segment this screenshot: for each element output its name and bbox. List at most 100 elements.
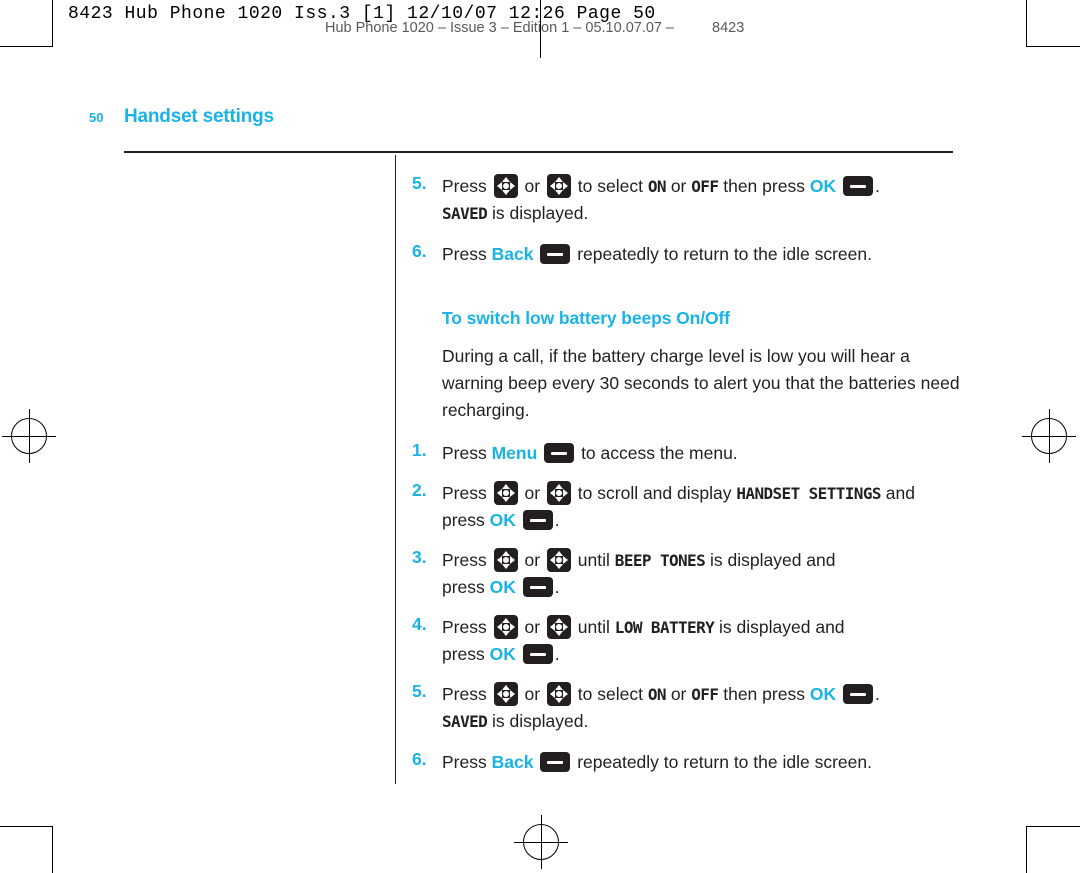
to-select-label: to select [577, 684, 643, 704]
full-stop: . [874, 684, 880, 704]
crop-frame-bottom-right [1026, 826, 1027, 873]
registration-mark-bottom [514, 815, 568, 869]
navigation-key-icon[interactable] [546, 481, 571, 505]
then-press-label: then press [723, 684, 805, 704]
display-value-low-battery: LOW BATTERY [614, 618, 715, 637]
access-menu-label: to access the menu. [581, 443, 738, 463]
display-value-saved: SAVED [442, 204, 488, 223]
step-text: Press or to scroll and display HANDSET S… [442, 480, 972, 534]
display-value-saved: SAVED [442, 712, 488, 731]
step-text: Press or to select ON or OFF then press … [442, 681, 972, 735]
step-number: 2. [412, 480, 427, 500]
displayed-and-label: is displayed and [710, 550, 836, 570]
section-intro: During a call, if the battery charge lev… [442, 346, 960, 420]
header-rule [124, 151, 953, 153]
step-number: 5. [412, 173, 427, 193]
list-item: 3. Press or until BEEP TONES is displaye… [412, 547, 972, 601]
soft-key-icon[interactable] [522, 644, 553, 664]
ok-label: OK [489, 644, 516, 664]
soft-key-icon[interactable] [544, 443, 575, 463]
then-press-label: then press [723, 176, 805, 196]
display-value-handset-settings: HANDSET SETTINGS [736, 484, 881, 503]
navigation-key-icon[interactable] [493, 481, 518, 505]
soft-key-icon[interactable] [540, 752, 571, 772]
until-label: until [577, 617, 610, 637]
document-page: 8423 Hub Phone 1020 Iss.3 [1] 12/10/07 1… [0, 0, 1080, 873]
press-label: Press [442, 684, 487, 704]
return-idle-label: repeatedly to return to the idle screen. [577, 752, 872, 772]
return-idle-label: repeatedly to return to the idle screen. [577, 244, 872, 264]
display-value-on: ON [647, 685, 667, 704]
step-number: 5. [412, 681, 427, 701]
displayed-and-label: is displayed and [719, 617, 845, 637]
press-lower-label: press [442, 510, 485, 530]
list-item: 5. Press or to select ON or OFF then pre… [412, 681, 972, 735]
registration-mark-left [2, 409, 56, 463]
press-label: Press [442, 550, 487, 570]
ok-label: OK [809, 684, 837, 704]
step-number: 1. [412, 440, 427, 460]
scroll-display-label: to scroll and display [577, 483, 732, 503]
or-label: or [670, 176, 687, 196]
crop-frame-bottom-right-h [1026, 826, 1080, 827]
list-item: 2. Press or to scroll and display HANDSE… [412, 480, 972, 534]
full-stop: . [874, 176, 880, 196]
or-label: or [524, 176, 541, 196]
step-text: Press or until BEEP TONES is displayed a… [442, 547, 972, 601]
crop-frame-top-right-h [1026, 46, 1080, 47]
step-number: 6. [412, 749, 427, 769]
ok-label: OK [489, 510, 516, 530]
page-title: Handset settings [124, 106, 274, 127]
or-label: or [670, 684, 687, 704]
step-text: Press or until LOW BATTERY is displayed … [442, 614, 972, 668]
list-item: 5. Press or to select ON or OFF then pre… [412, 173, 972, 227]
running-head: Hub Phone 1020 – Issue 3 – Edition 1 – 0… [325, 20, 675, 36]
or-label: or [524, 550, 541, 570]
soft-key-icon[interactable] [522, 510, 553, 530]
soft-key-icon[interactable] [522, 577, 553, 597]
soft-key-icon[interactable] [842, 176, 873, 196]
press-label: Press [442, 176, 487, 196]
running-head-code: 8423 [712, 20, 745, 36]
step-number: 4. [412, 614, 427, 634]
crop-frame-top-left-h [0, 46, 53, 47]
ok-label: OK [489, 577, 516, 597]
press-lower-label: press [442, 577, 485, 597]
is-displayed-label: is displayed. [492, 203, 589, 223]
press-label: Press [442, 483, 487, 503]
or-label: or [524, 684, 541, 704]
back-label: Back [491, 244, 534, 264]
registration-mark-right [1022, 409, 1076, 463]
page-number: 50 [89, 110, 104, 125]
ok-label: OK [809, 176, 837, 196]
soft-key-icon[interactable] [540, 244, 571, 264]
menu-label: Menu [491, 443, 538, 463]
crop-frame-top-right [1026, 0, 1027, 46]
navigation-key-icon[interactable] [493, 548, 518, 572]
navigation-key-icon[interactable] [493, 682, 518, 706]
or-label: or [524, 483, 541, 503]
navigation-key-icon[interactable] [546, 615, 571, 639]
display-value-off: OFF [691, 177, 719, 196]
navigation-key-icon[interactable] [546, 174, 571, 198]
press-label: Press [442, 244, 487, 264]
navigation-key-icon[interactable] [493, 615, 518, 639]
step-number: 3. [412, 547, 427, 567]
full-stop: . [554, 577, 560, 597]
full-stop: . [554, 510, 560, 530]
press-label: Press [442, 752, 487, 772]
navigation-key-icon[interactable] [546, 682, 571, 706]
back-label: Back [491, 752, 534, 772]
display-value-beep-tones: BEEP TONES [614, 551, 706, 570]
soft-key-icon[interactable] [842, 684, 873, 704]
to-select-label: to select [577, 176, 643, 196]
column-divider-rule [395, 155, 396, 784]
navigation-key-icon[interactable] [546, 548, 571, 572]
display-value-off: OFF [691, 685, 719, 704]
list-item: 6. Press Back repeatedly to return to th… [412, 749, 972, 776]
crop-frame-top-left [52, 0, 53, 46]
until-label: until [577, 550, 610, 570]
navigation-key-icon[interactable] [493, 174, 518, 198]
full-stop: . [554, 644, 560, 664]
step-text: Press Back repeatedly to return to the i… [442, 241, 972, 268]
